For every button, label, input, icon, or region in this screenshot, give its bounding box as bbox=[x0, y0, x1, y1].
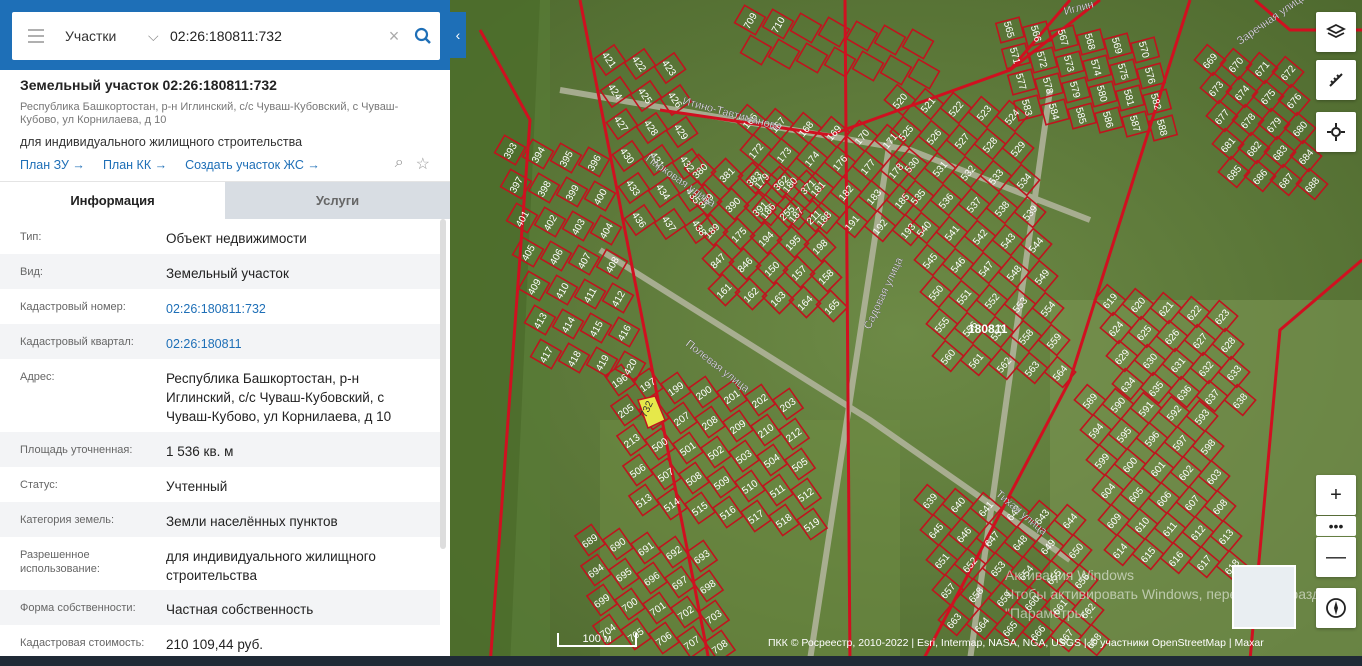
parcel-address: Республика Башкортостан, р-н Иглинский, … bbox=[20, 101, 399, 126]
info-value: 210 109,44 руб. bbox=[166, 637, 264, 652]
hamburger-icon bbox=[28, 27, 44, 45]
crosshair-icon bbox=[1327, 123, 1345, 141]
create-parcel-link[interactable]: Создать участок ЖС → bbox=[185, 158, 320, 172]
info-label: Адрес: bbox=[20, 371, 55, 383]
ruler-button[interactable] bbox=[1316, 60, 1356, 100]
info-value: Учтенный bbox=[166, 479, 228, 494]
search-bar: Участки ⌵ × bbox=[0, 0, 450, 70]
search-type-select[interactable]: Участки bbox=[60, 28, 148, 44]
chevron-left-icon: ‹ bbox=[455, 27, 461, 43]
info-value: Республика Башкортостан, р-н Иглинский, … bbox=[166, 371, 392, 424]
info-value: Земли населённых пунктов bbox=[166, 514, 338, 529]
info-label: Кадастровый квартал: bbox=[20, 336, 134, 348]
page-title: Земельный участок 02:26:180811:732 bbox=[20, 77, 277, 93]
locate-button[interactable] bbox=[1316, 112, 1356, 152]
layers-button[interactable] bbox=[1316, 12, 1356, 52]
info-label: Площадь уточненная: bbox=[20, 444, 133, 456]
info-table: Тип: Объект недвижимости Вид: Земельный уча… bbox=[0, 219, 440, 660]
info-row: Кадастровый номер: 02:26:180811:732 bbox=[0, 289, 440, 324]
tabs: Информация Услуги bbox=[0, 182, 450, 219]
info-value: Объект недвижимости bbox=[166, 231, 307, 246]
info-row: Вид: Земельный участок bbox=[0, 254, 440, 289]
zoom-in-icon: + bbox=[1330, 483, 1342, 506]
minimap[interactable] bbox=[1232, 565, 1296, 629]
compass-button[interactable] bbox=[1316, 588, 1356, 628]
compass-icon bbox=[1326, 598, 1346, 618]
scrollbar[interactable] bbox=[440, 219, 446, 549]
layers-icon bbox=[1326, 23, 1346, 39]
plan-zu-link[interactable]: План ЗУ → bbox=[20, 158, 85, 172]
search-doc-icon[interactable]: ⌕ bbox=[395, 154, 404, 174]
info-row: Форма собственности: Частная собственност… bbox=[0, 590, 440, 625]
info-row: Разрешенное использование: для индивидуал… bbox=[0, 537, 440, 590]
tab-services[interactable]: Услуги bbox=[225, 182, 450, 219]
info-row: Тип: Объект недвижимости bbox=[0, 219, 440, 254]
search-button[interactable] bbox=[408, 21, 438, 51]
info-row: Категория земель: Земли населённых пункто… bbox=[0, 502, 440, 537]
info-row: Площадь уточненная: 1 536 кв. м bbox=[0, 432, 440, 467]
info-value: Частная собственность bbox=[166, 602, 314, 617]
more-icon: ••• bbox=[1328, 518, 1344, 534]
map-scale: 100 м bbox=[557, 633, 637, 647]
info-value[interactable]: 02:26:180811:732 bbox=[166, 289, 420, 319]
info-label: Кадастровая стоимость: bbox=[20, 637, 145, 649]
clear-icon[interactable]: × bbox=[380, 26, 408, 47]
windows-activation-watermark: Активация Windows Чтобы активировать Win… bbox=[1005, 567, 1336, 621]
menu-button[interactable] bbox=[12, 12, 60, 60]
info-value: Земельный участок bbox=[166, 266, 289, 281]
taskbar bbox=[0, 656, 1362, 666]
info-label: Разрешенное использование: bbox=[20, 549, 100, 575]
ruler-icon bbox=[1329, 73, 1343, 87]
zoom-in-button[interactable]: + bbox=[1316, 475, 1356, 515]
search-box: Участки ⌵ × bbox=[12, 12, 440, 60]
info-value: 1 536 кв. м bbox=[166, 444, 234, 459]
info-row: Кадастровый квартал: 02:26:180811 bbox=[0, 324, 440, 359]
search-input[interactable] bbox=[170, 21, 380, 51]
parcel-links: План ЗУ → План КК → Создать участок ЖС → bbox=[20, 158, 430, 172]
info-panel: Участки ⌵ × Земельный участок 02:26:1808… bbox=[0, 0, 450, 666]
star-icon[interactable]: ☆ bbox=[416, 154, 430, 174]
info-row: Адрес: Республика Башкортостан, р-н Иглин… bbox=[0, 359, 440, 432]
info-label: Вид: bbox=[20, 266, 43, 278]
plan-kk-link[interactable]: План КК → bbox=[103, 158, 167, 172]
chevron-down-icon[interactable]: ⌵ bbox=[148, 28, 170, 45]
zoom-out-icon: — bbox=[1326, 545, 1346, 568]
tab-information[interactable]: Информация bbox=[0, 182, 225, 219]
info-label: Форма собственности: bbox=[20, 602, 136, 614]
map-attribution: ПКК © Росреестр, 2010-2022 | Esri, Inter… bbox=[768, 637, 1264, 649]
info-value[interactable]: 02:26:180811 bbox=[166, 324, 420, 354]
info-label: Кадастровый номер: bbox=[20, 301, 126, 313]
parcel-purpose: для индивидуального жилищного строительс… bbox=[20, 135, 303, 149]
quarter-label: 180811 bbox=[968, 322, 1008, 336]
info-row: Статус: Учтенный bbox=[0, 467, 440, 502]
collapse-panel-button[interactable]: ‹ bbox=[450, 12, 466, 58]
info-label: Тип: bbox=[20, 231, 42, 243]
more-button[interactable]: ••• bbox=[1316, 516, 1356, 536]
info-row: Кадастровая стоимость: 210 109,44 руб. bbox=[0, 625, 440, 660]
parcel-header: Земельный участок 02:26:180811:732 Респу… bbox=[0, 70, 450, 182]
info-value: для индивидуального жилищного строительс… bbox=[166, 549, 376, 583]
info-label: Категория земель: bbox=[20, 514, 115, 526]
info-label: Статус: bbox=[20, 479, 58, 491]
zoom-out-button[interactable]: — bbox=[1316, 537, 1356, 577]
search-icon bbox=[414, 27, 431, 44]
